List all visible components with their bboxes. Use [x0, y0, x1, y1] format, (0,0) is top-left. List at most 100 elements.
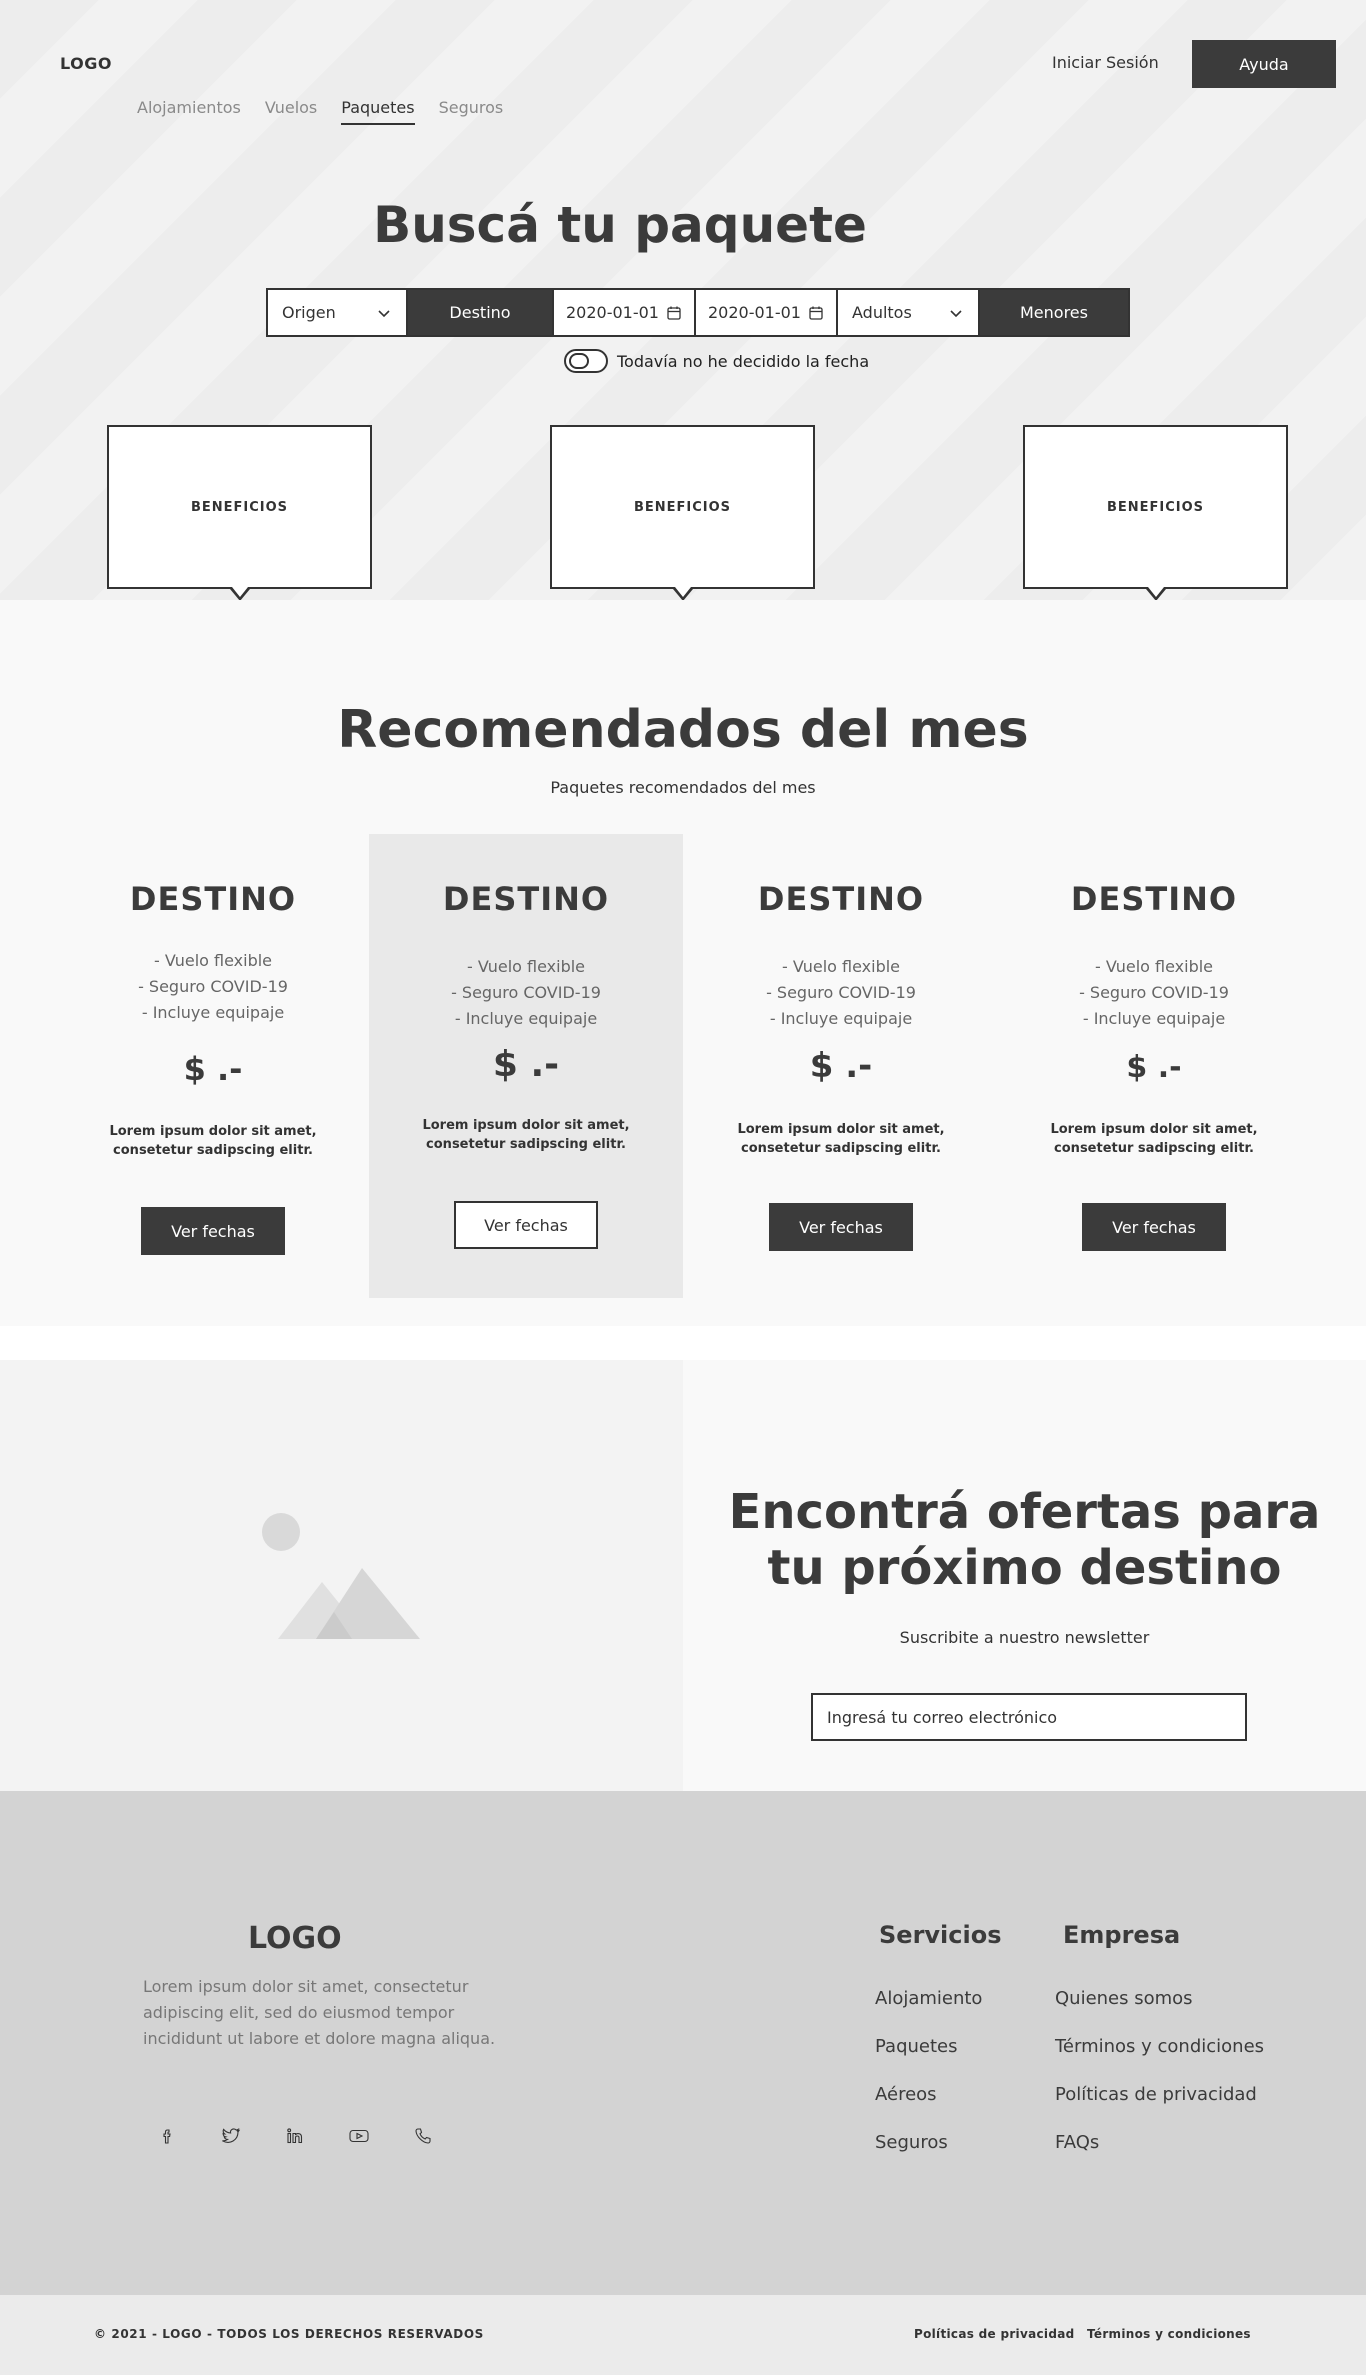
card-feature: - Incluye equipaje [454, 1009, 598, 1028]
newsletter-email-input[interactable] [811, 1693, 1247, 1741]
undecided-date-row: Todavía no he decidido la fecha [564, 349, 869, 373]
date-to-field[interactable]: 2020-01-01 [696, 290, 838, 335]
adults-select[interactable]: Adultos [838, 290, 980, 335]
benefit-card[interactable]: BENEFICIOS [1023, 425, 1288, 600]
recommended-section: Recomendados del mes Paquetes recomendad… [0, 600, 1366, 1326]
package-card: DESTINO - Vuelo flexible - Seguro COVID-… [684, 834, 998, 1298]
twitter-icon[interactable] [220, 2125, 242, 2147]
header-logo[interactable]: LOGO [60, 54, 112, 73]
card-feature: - Vuelo flexible [1094, 957, 1214, 976]
benefit-pointer [672, 587, 693, 600]
footer: LOGO Lorem ipsum dolor sit amet, consect… [0, 1791, 1366, 2295]
undecided-date-label: Todavía no he decidido la fecha [617, 351, 870, 371]
card-feature: - Vuelo flexible [466, 957, 586, 976]
newsletter-content: Encontrá ofertas para tu próximo destino… [683, 1360, 1366, 1791]
card-description: consetetur sadipscing elitr. [113, 1143, 313, 1158]
newsletter-title-line: tu próximo destino [767, 1540, 1282, 1596]
main-nav: Alojamientos Vuelos Paquetes Seguros [137, 98, 527, 125]
toggle-knob [569, 353, 589, 369]
newsletter-title: Encontrá ofertas para tu próximo destino [683, 1484, 1366, 1596]
chevron-down-icon [950, 309, 962, 317]
adults-label: Adultos [852, 303, 912, 322]
footer-description: Lorem ipsum dolor sit amet, consectetur … [143, 1977, 496, 2048]
card-feature: - Seguro COVID-19 [138, 977, 288, 996]
see-dates-button[interactable]: Ver fechas [769, 1203, 913, 1251]
footer-link-seguros[interactable]: Seguros [875, 2132, 948, 2153]
newsletter-section: Encontrá ofertas para tu próximo destino… [0, 1360, 1366, 1791]
card-title: DESTINO [757, 880, 925, 918]
bottom-bar: © 2021 - LOGO - TODOS LOS DERECHOS RESER… [0, 2295, 1366, 2375]
privacy-policy-link[interactable]: Políticas de privacidad [914, 2327, 1075, 2341]
card-title: DESTINO [442, 880, 610, 918]
image-placeholder-icon [262, 1513, 420, 1639]
benefit-label: BENEFICIOS [1106, 499, 1205, 515]
phone-icon[interactable] [412, 2125, 434, 2147]
newsletter-title-line: Encontrá ofertas para [728, 1484, 1321, 1540]
card-description: Lorem ipsum dolor sit amet, [1050, 1122, 1258, 1137]
footer-link-alojamiento[interactable]: Alojamiento [875, 1988, 982, 2009]
hero-section: LOGO Iniciar Sesión Ayuda Alojamientos V… [0, 0, 1366, 600]
footer-link-quienes-somos[interactable]: Quienes somos [1055, 1988, 1193, 2009]
services-title: Servicios [879, 1921, 1002, 1949]
benefit-pointer [1145, 587, 1166, 600]
card-price: $ .- [809, 1046, 873, 1086]
date-to-value: 2020-01-01 [708, 303, 801, 322]
footer-logo[interactable]: LOGO [248, 1921, 342, 1956]
facebook-icon[interactable] [156, 2125, 178, 2147]
date-from-value: 2020-01-01 [566, 303, 659, 322]
card-description: consetetur sadipscing elitr. [1054, 1141, 1254, 1156]
origin-select[interactable]: Origen [268, 290, 408, 335]
card-price: $ .- [183, 1050, 243, 1088]
footer-link-privacidad[interactable]: Políticas de privacidad [1055, 2084, 1257, 2105]
package-card: DESTINO - Vuelo flexible - Seguro COVID-… [997, 834, 1311, 1298]
destination-button[interactable]: Destino [408, 290, 554, 335]
benefit-card[interactable]: BENEFICIOS [107, 425, 372, 600]
social-links [156, 2125, 476, 2147]
footer-link-paquetes[interactable]: Paquetes [875, 2036, 958, 2057]
search-bar: Origen Destino 2020-01-01 2020-01-01 Adu… [266, 288, 1130, 337]
chevron-down-icon [378, 309, 390, 317]
hero-title: Buscá tu paquete [373, 196, 867, 254]
calendar-icon [667, 306, 681, 320]
see-dates-button[interactable]: Ver fechas [141, 1207, 285, 1255]
see-dates-button[interactable]: Ver fechas [454, 1201, 598, 1249]
card-description: Lorem ipsum dolor sit amet, [109, 1124, 317, 1139]
linkedin-icon[interactable] [284, 2125, 306, 2147]
nav-item-paquetes[interactable]: Paquetes [341, 98, 415, 125]
login-link[interactable]: Iniciar Sesión [1052, 53, 1159, 72]
terms-link[interactable]: Términos y condiciones [1087, 2327, 1251, 2341]
help-button[interactable]: Ayuda [1192, 40, 1336, 88]
card-feature: - Vuelo flexible [781, 957, 901, 976]
see-dates-button[interactable]: Ver fechas [1082, 1203, 1226, 1251]
card-description: consetetur sadipscing elitr. [426, 1137, 626, 1152]
minors-button[interactable]: Menores [980, 290, 1128, 335]
benefit-label: BENEFICIOS [633, 499, 732, 515]
undecided-date-toggle[interactable] [564, 349, 608, 373]
footer-link-faqs[interactable]: FAQs [1055, 2132, 1099, 2153]
benefit-card[interactable]: BENEFICIOS [550, 425, 815, 600]
card-title: DESTINO [1070, 880, 1238, 918]
benefit-pointer [229, 587, 250, 600]
card-feature: - Vuelo flexible [153, 951, 273, 970]
card-description: Lorem ipsum dolor sit amet, [422, 1118, 630, 1133]
footer-link-aereos[interactable]: Aéreos [875, 2084, 937, 2105]
newsletter-subtitle: Suscribite a nuestro newsletter [899, 1628, 1150, 1647]
card-description: consetetur sadipscing elitr. [741, 1141, 941, 1156]
card-feature: - Incluye equipaje [141, 1003, 285, 1022]
card-price: $ .- [1126, 1050, 1182, 1085]
card-feature: - Incluye equipaje [769, 1009, 913, 1028]
footer-link-terminos[interactable]: Términos y condiciones [1055, 2036, 1264, 2057]
nav-item-alojamientos[interactable]: Alojamientos [137, 98, 241, 125]
nav-item-seguros[interactable]: Seguros [439, 98, 504, 125]
date-from-field[interactable]: 2020-01-01 [554, 290, 696, 335]
card-description: Lorem ipsum dolor sit amet, [737, 1122, 945, 1137]
benefit-label: BENEFICIOS [190, 499, 289, 515]
youtube-icon[interactable] [348, 2125, 370, 2147]
card-feature: - Incluye equipaje [1082, 1009, 1226, 1028]
card-feature: - Seguro COVID-19 [1079, 983, 1229, 1002]
card-price: $ .- [492, 1044, 560, 1085]
copyright-text: © 2021 - LOGO - TODOS LOS DERECHOS RESER… [94, 2327, 484, 2341]
calendar-icon [809, 306, 823, 320]
nav-item-vuelos[interactable]: Vuelos [265, 98, 317, 125]
package-card: DESTINO - Vuelo flexible - Seguro COVID-… [56, 834, 370, 1298]
